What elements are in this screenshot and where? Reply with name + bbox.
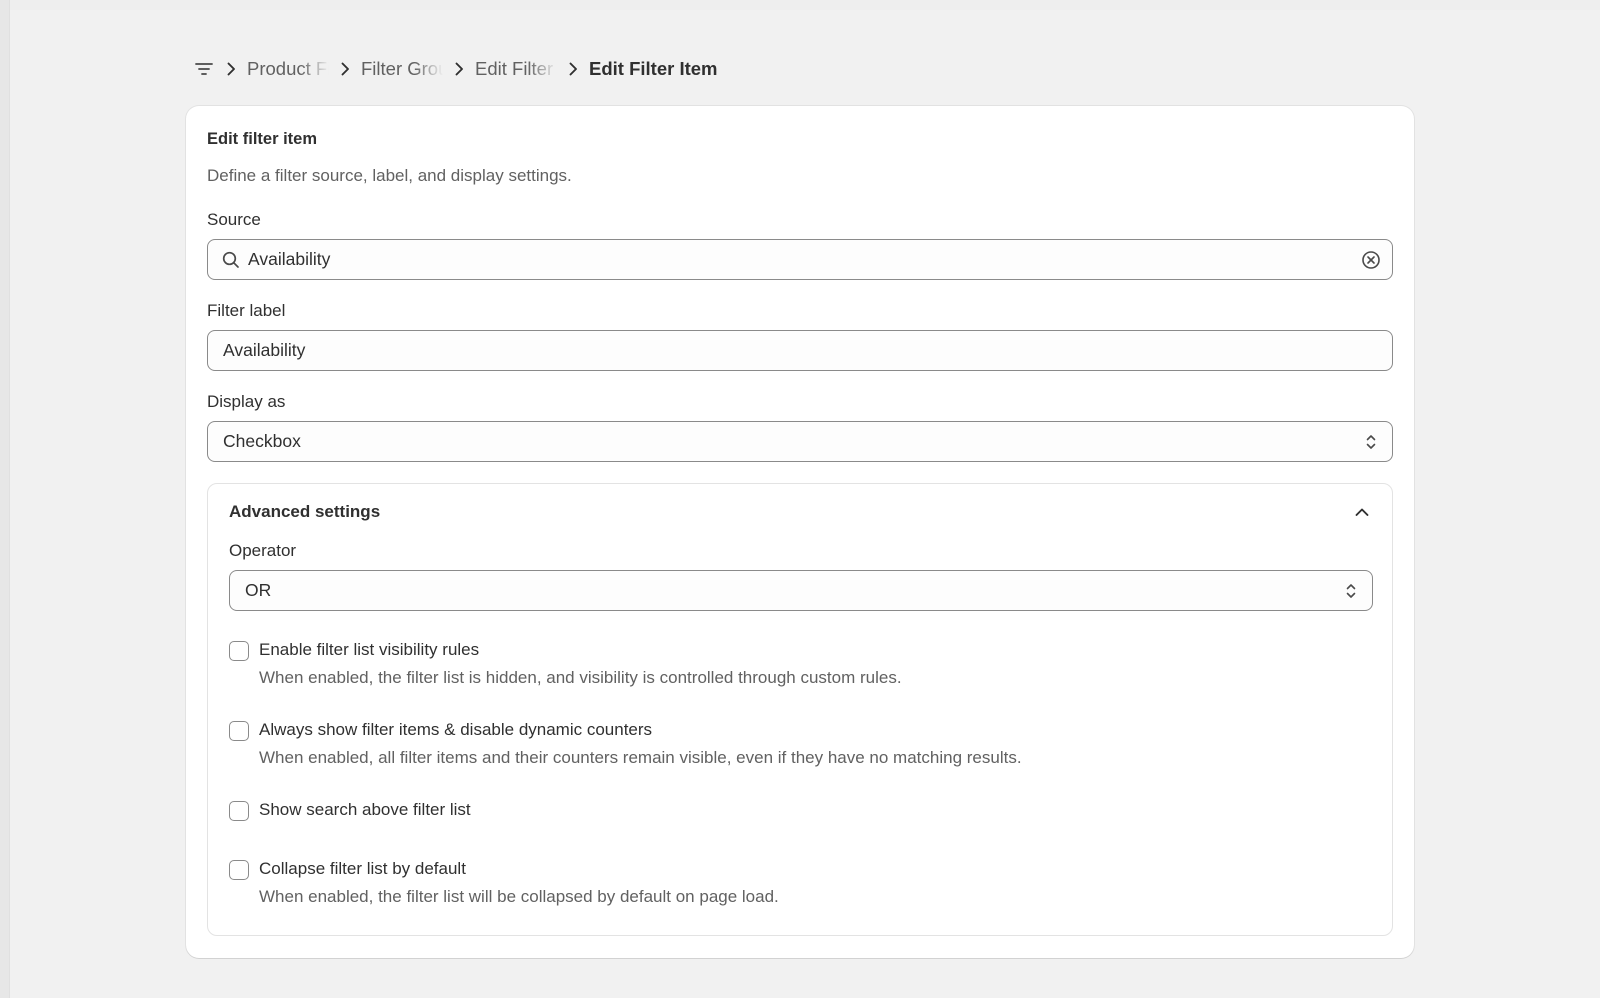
option-help: When enabled, all filter items and their…: [259, 748, 1022, 767]
show-search-checkbox[interactable]: [229, 801, 249, 821]
option-help: When enabled, the filter list will be co…: [259, 887, 779, 906]
option-label[interactable]: Always show filter items & disable dynam…: [259, 720, 652, 740]
search-icon: [220, 249, 242, 271]
breadcrumb: Product Filters Filter Groups Edit Filte…: [193, 55, 718, 83]
filter-label-value: Availability: [223, 340, 306, 360]
filter-label-input[interactable]: Availability: [207, 330, 1393, 371]
display-as-select[interactable]: Checkbox: [207, 421, 1393, 462]
left-edge: [0, 0, 10, 998]
card-title: Edit filter item: [207, 130, 318, 148]
chevron-up-icon[interactable]: [1350, 500, 1374, 524]
operator-value: OR: [245, 580, 272, 600]
display-as-value: Checkbox: [223, 431, 301, 451]
top-edge: [10, 0, 1600, 10]
operator-label: Operator: [229, 541, 297, 560]
breadcrumb-item-edit-filter[interactable]: Edit Filter: [475, 58, 557, 80]
source-search-input[interactable]: Availability: [207, 239, 1393, 280]
chevron-right-icon: [333, 57, 357, 81]
option-label[interactable]: Collapse filter list by default: [259, 859, 466, 879]
breadcrumb-current: Edit Filter Item: [589, 58, 718, 79]
breadcrumb-item-product-filters[interactable]: Product Filters: [247, 58, 329, 80]
filter-label-label: Filter label: [207, 301, 286, 320]
card-description: Define a filter source, label, and displ…: [207, 166, 572, 185]
option-help: When enabled, the filter list is hidden,…: [259, 668, 902, 687]
source-value: Availability: [248, 249, 331, 269]
option-label[interactable]: Enable filter list visibility rules: [259, 640, 479, 660]
select-updown-icon: [1342, 581, 1360, 601]
filter-lines-icon[interactable]: [193, 58, 215, 80]
edit-filter-item-card: Edit filter item Define a filter source,…: [186, 106, 1414, 958]
chevron-right-icon: [447, 57, 471, 81]
source-label: Source: [207, 210, 261, 229]
select-updown-icon: [1362, 432, 1380, 452]
chevron-right-icon: [219, 57, 243, 81]
breadcrumb-item-filter-groups[interactable]: Filter Groups: [361, 58, 443, 80]
option-label[interactable]: Show search above filter list: [259, 800, 471, 820]
advanced-settings-title: Advanced settings: [229, 502, 381, 521]
advanced-settings-panel: Advanced settings Operator OR Enable fil…: [207, 483, 1393, 936]
clear-circle-x-icon[interactable]: [1360, 249, 1382, 271]
operator-select[interactable]: OR: [229, 570, 1373, 611]
always-show-items-checkbox[interactable]: [229, 721, 249, 741]
chevron-right-icon: [561, 57, 585, 81]
collapse-default-checkbox[interactable]: [229, 860, 249, 880]
display-as-label: Display as: [207, 392, 286, 411]
visibility-rules-checkbox[interactable]: [229, 641, 249, 661]
